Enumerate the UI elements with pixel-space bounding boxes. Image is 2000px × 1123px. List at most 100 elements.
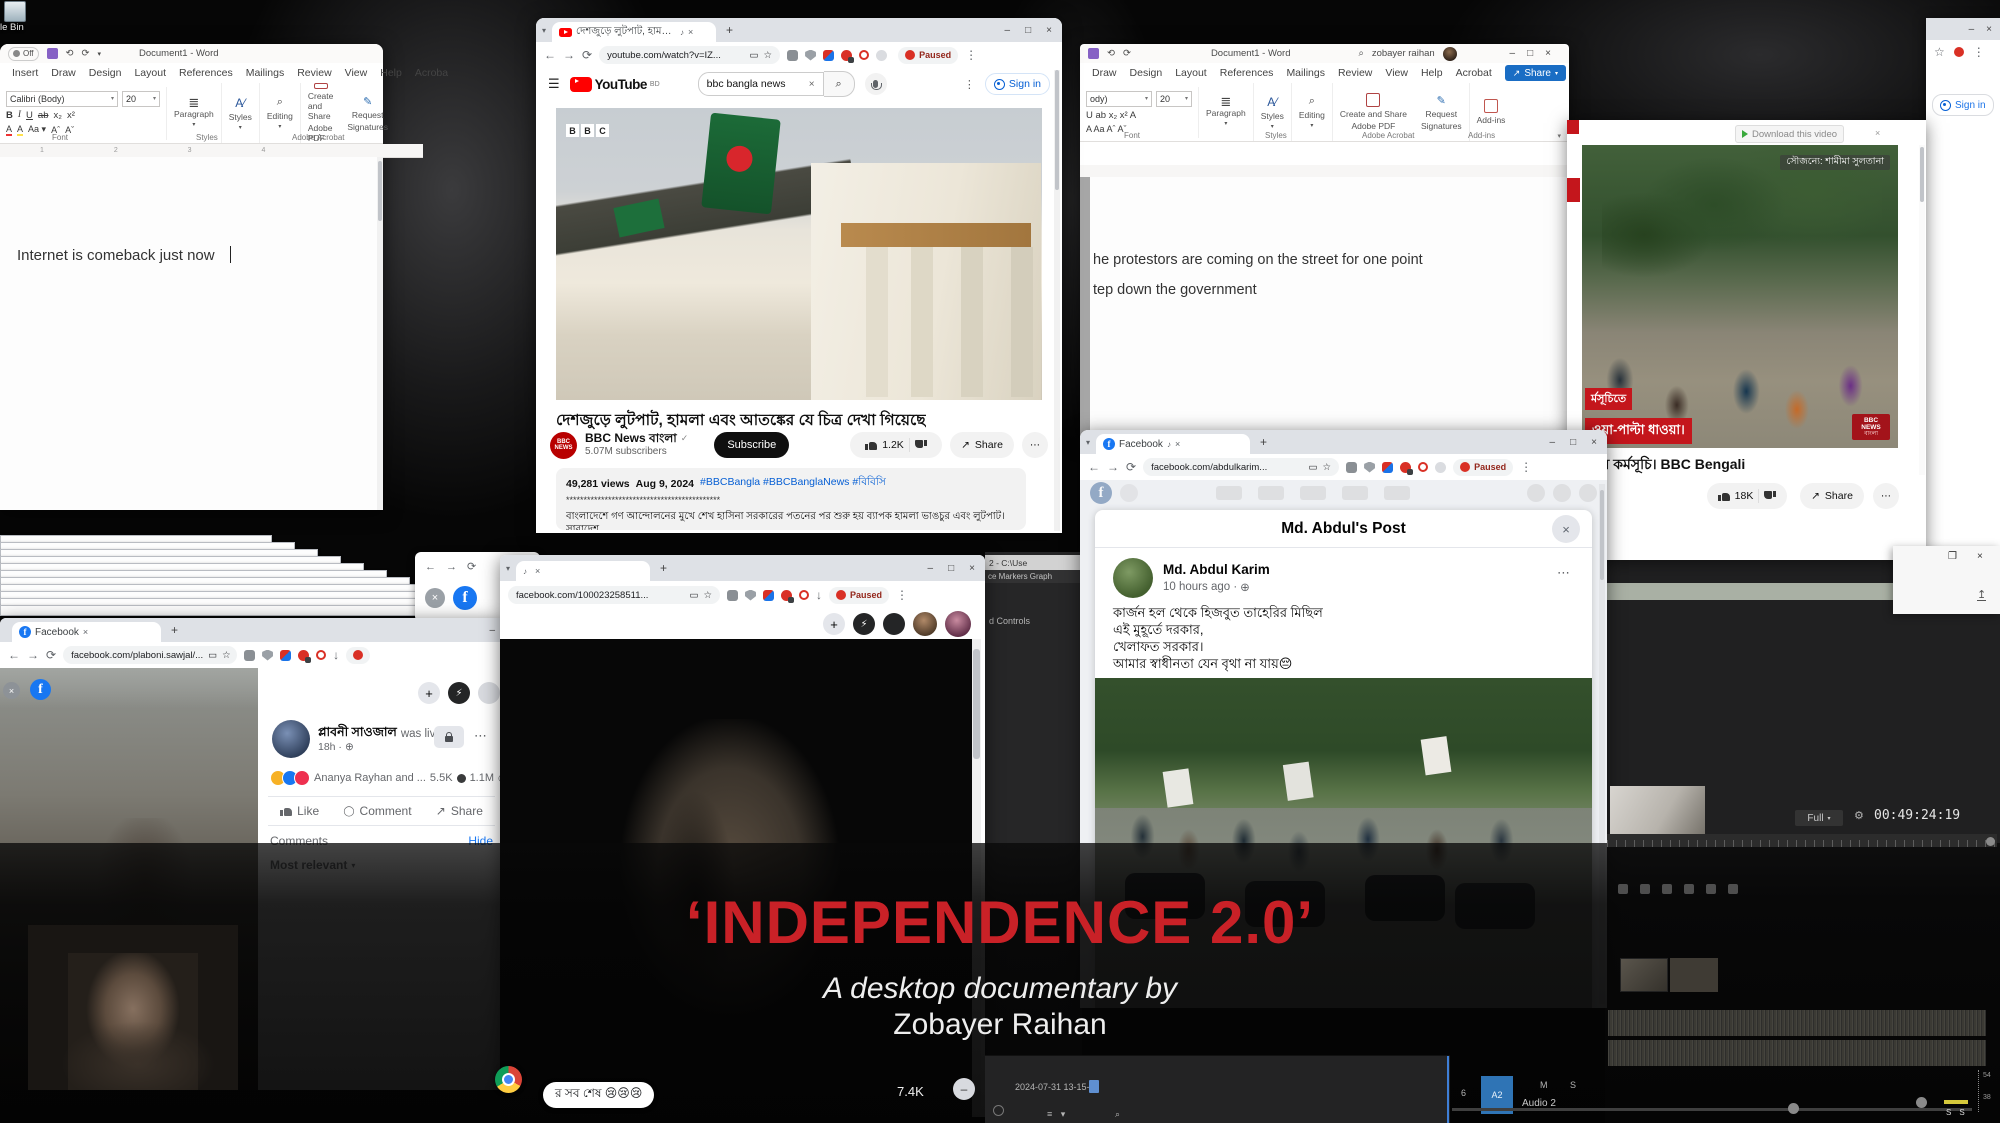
new-tab-icon[interactable]: + (161, 623, 188, 637)
bbc-video-window[interactable]: Download this video × সৌজন্যে: শামীমা সু… (1567, 120, 1926, 560)
new-tab-icon[interactable]: + (650, 561, 677, 575)
photos-fragment-window[interactable]: ❐ × ↥ (1893, 546, 2000, 614)
search-icon[interactable]: ⌕ (1359, 48, 1364, 59)
cast-icon[interactable]: ▭ (750, 50, 759, 61)
avatar[interactable] (913, 612, 937, 636)
download-icon[interactable]: ↓ (333, 648, 339, 662)
search-icon[interactable] (1120, 484, 1138, 502)
youtube-video-player[interactable]: B B C (556, 108, 1042, 400)
extension-icon[interactable] (1435, 462, 1446, 473)
maximize-icon[interactable]: □ (1025, 25, 1031, 36)
tab-design[interactable]: Design (1130, 67, 1163, 79)
forward-icon[interactable]: → (563, 48, 575, 62)
font-name-select[interactable]: ody)▾ (1086, 91, 1152, 107)
font-size-select[interactable]: 20▾ (1156, 91, 1192, 107)
channel-name[interactable]: BBC News বাংলা (585, 432, 677, 445)
reload-icon[interactable]: ⟳ (582, 48, 592, 62)
extension-badge-icon[interactable] (298, 650, 309, 661)
dots-vertical-icon[interactable]: ⋮ (964, 78, 975, 91)
request-signatures-group[interactable]: ✎RequestSignatures (1414, 83, 1470, 141)
minimize-icon[interactable]: – (489, 625, 495, 636)
collapse-ribbon-icon[interactable]: ▾ (1557, 132, 1561, 140)
new-tab-icon[interactable]: + (1250, 435, 1277, 449)
extension-badge-icon[interactable] (1400, 462, 1411, 473)
post-options-icon[interactable]: ⋯ (474, 728, 487, 744)
save-icon[interactable] (47, 48, 58, 59)
extension-icon[interactable] (316, 650, 326, 660)
minimize-icon[interactable]: – (1550, 437, 1556, 448)
close-icon[interactable]: × (1591, 437, 1597, 448)
address-bar[interactable]: facebook.com/plaboni.sawjal/... ▭ ☆ (63, 646, 237, 664)
paused-extension-pill[interactable]: Paused (829, 587, 889, 604)
post-author-avatar[interactable] (1113, 558, 1153, 598)
search-input[interactable]: bbc bangla news × (698, 72, 824, 96)
channel-avatar[interactable]: BBCNEWS (550, 432, 577, 459)
hashtags[interactable]: #BBCBangla #BBCBanglaNews #বিবিসি (700, 475, 886, 492)
undo-icon[interactable]: ⟲ (1107, 48, 1115, 59)
extension-icon[interactable] (763, 590, 774, 601)
tab-references[interactable]: References (179, 67, 233, 79)
facebook-logo[interactable]: f (1090, 482, 1112, 504)
video-description[interactable]: 49,281 views Aug 9, 2024 #BBCBangla #BBC… (556, 468, 1026, 530)
font-size-select[interactable]: 20▾ (122, 91, 160, 107)
camera-extension-icon[interactable] (787, 50, 798, 61)
tab-close-icon[interactable]: × (1175, 439, 1180, 449)
tab-mailings[interactable]: Mailings (246, 67, 285, 79)
messenger-icon[interactable]: ⚡ (448, 682, 470, 704)
extension-badge-icon[interactable] (781, 590, 792, 601)
like-button[interactable]: 1.2K (850, 432, 942, 458)
tab-search-icon[interactable]: ▾ (536, 26, 552, 35)
address-bar[interactable]: youtube.com/watch?v=IZ... ▭ ☆ (599, 46, 780, 64)
clear-search-icon[interactable]: × (809, 79, 815, 90)
reload-icon[interactable]: ⟳ (46, 648, 56, 662)
comment-button[interactable]: ◯Comment (343, 804, 411, 818)
share-button[interactable]: ↗Share (436, 804, 483, 818)
avatar[interactable] (1579, 484, 1597, 502)
bookmark-star-icon[interactable]: ☆ (703, 590, 712, 601)
close-bubble-icon[interactable]: × (3, 682, 20, 699)
tab-close-icon[interactable]: × (688, 27, 693, 37)
more-button[interactable]: ⋯ (1022, 432, 1048, 458)
camera-extension-icon[interactable] (727, 590, 738, 601)
share-upload-icon[interactable]: ↥ (1977, 590, 1986, 601)
cast-icon[interactable]: ▭ (208, 650, 217, 661)
word-window-left[interactable]: Off ⟲ ⟳ ▾ Document1 - Word Insert Draw D… (0, 44, 383, 510)
tab-mailings[interactable]: Mailings (1286, 67, 1325, 79)
redo-icon[interactable]: ⟳ (82, 48, 90, 59)
redo-icon[interactable]: ⟳ (1123, 48, 1131, 59)
forward-icon[interactable]: → (446, 561, 457, 573)
format-buttons[interactable]: U ab x₂ x² A (1086, 110, 1136, 121)
browser-tab[interactable]: f Facebook × (12, 622, 161, 642)
tab-review[interactable]: Review (1338, 67, 1372, 79)
bookmark-star-icon[interactable]: ☆ (222, 650, 231, 661)
extension-icon[interactable] (859, 50, 869, 60)
shield-extension-icon[interactable] (1364, 462, 1375, 473)
tab-layout[interactable]: Layout (134, 67, 166, 79)
minimize-icon[interactable]: – (928, 563, 934, 574)
extension-icon[interactable] (876, 50, 887, 61)
premiere-menu-fragment[interactable]: ce Markers Graph (985, 570, 1082, 583)
underline-button[interactable]: U (26, 110, 33, 121)
word-left-document[interactable]: Internet is comeback just now (0, 157, 377, 510)
tab-insert[interactable]: Insert (12, 67, 38, 79)
extension-icon[interactable] (1418, 462, 1428, 472)
subscript-button[interactable]: x₂ (54, 110, 62, 121)
forward-icon[interactable]: → (1107, 460, 1119, 474)
editing-group[interactable]: ⌕Editing▾ (1292, 83, 1333, 141)
change-case-button[interactable]: Aa ▾ (28, 124, 46, 135)
new-tab-icon[interactable]: + (716, 23, 743, 37)
dots-vertical-icon[interactable]: ⋮ (896, 588, 908, 602)
extension-icon[interactable] (799, 590, 809, 600)
live-author-avatar[interactable] (272, 720, 310, 758)
post-author-name[interactable]: Md. Abdul Karim (1163, 562, 1270, 577)
word-right-document[interactable]: he protestors are coming on the street f… (1080, 177, 1569, 440)
browser-tab[interactable]: ♪ × (516, 561, 650, 581)
browser-tab[interactable]: দেশজুড়ে লুটপাট, হামলা এ.. ♪ × (552, 22, 716, 42)
browser-tab[interactable]: f Facebook ♪ × (1096, 434, 1250, 454)
scrollbar[interactable] (377, 157, 383, 510)
extension-icon[interactable] (1382, 462, 1393, 473)
menu-icon[interactable]: ☰ (548, 76, 560, 92)
close-modal-button[interactable]: × (1552, 515, 1580, 543)
shield-extension-icon[interactable] (262, 650, 273, 661)
download-video-button[interactable]: Download this video (1735, 125, 1844, 143)
